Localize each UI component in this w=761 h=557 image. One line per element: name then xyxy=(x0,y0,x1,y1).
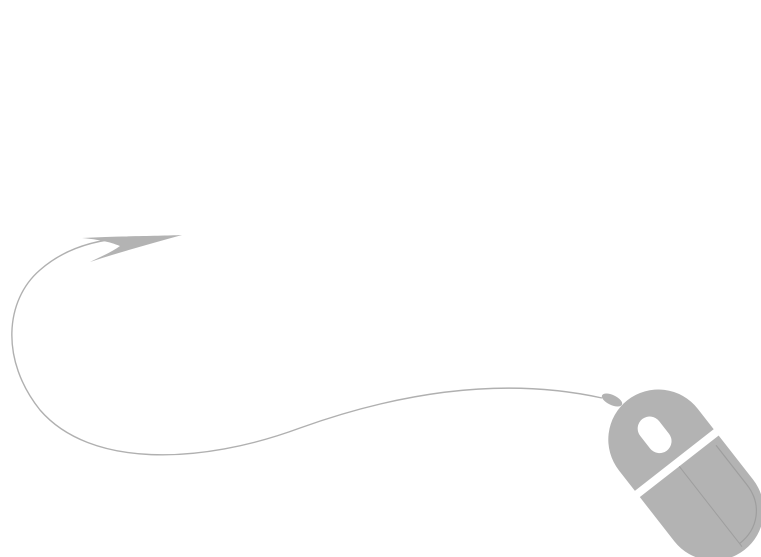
illustration-canvas xyxy=(0,0,761,557)
cable-connector xyxy=(601,393,623,407)
mouse-cable xyxy=(11,237,603,456)
arrowhead-icon xyxy=(82,235,182,262)
mouse-illustration xyxy=(11,235,761,557)
